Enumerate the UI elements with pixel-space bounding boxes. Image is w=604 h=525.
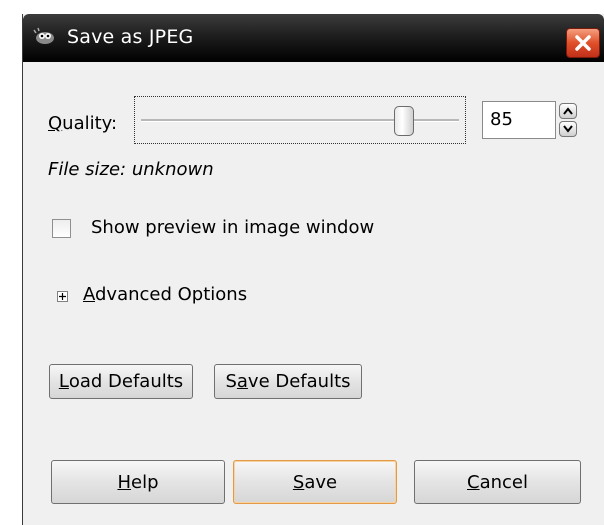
help-mnemonic: H: [117, 471, 132, 493]
advanced-options-label[interactable]: Advanced Options: [83, 284, 247, 305]
spin-up-button[interactable]: [559, 103, 577, 119]
quality-label-rest: uality:: [62, 113, 118, 134]
load-defaults-button[interactable]: Load Defaults: [49, 364, 193, 399]
advanced-label-rest: dvanced Options: [95, 284, 248, 305]
window-title: Save as JPEG: [67, 26, 194, 48]
slider-thumb[interactable]: [394, 106, 414, 136]
save-button[interactable]: Save: [233, 460, 397, 504]
title-bar[interactable]: Save as JPEG: [23, 14, 604, 62]
save-mnemonic: S: [292, 471, 305, 493]
save-defaults-rest: ve Defaults: [247, 371, 351, 392]
advanced-mnemonic: A: [83, 284, 95, 305]
quality-label-mnemonic: Q: [48, 113, 63, 134]
save-defaults-mnemonic: a: [236, 371, 248, 392]
show-preview-label[interactable]: Show preview in image window: [91, 217, 374, 238]
file-size-label: File size: unknown: [48, 159, 214, 180]
chevron-up-icon: [563, 107, 573, 115]
cancel-mnemonic: C: [467, 471, 480, 493]
quality-spin-input[interactable]: 85: [482, 101, 556, 139]
load-mnemonic: L: [58, 371, 69, 392]
gimp-icon: [33, 26, 57, 46]
save-as-jpeg-dialog: Save as JPEG Quality: 85 File size: unkn…: [22, 14, 604, 525]
quality-label: Quality:: [48, 113, 117, 134]
spin-down-button[interactable]: [559, 121, 577, 137]
save-defaults-button[interactable]: Sa ve Defaults: [214, 364, 362, 399]
quality-slider[interactable]: [134, 96, 466, 144]
quality-spin-buttons: [559, 103, 577, 137]
advanced-options-expander[interactable]: [57, 291, 68, 302]
chevron-down-icon: [563, 125, 573, 133]
plus-icon: [59, 293, 66, 300]
close-button[interactable]: [566, 28, 600, 58]
help-label-rest: elp: [131, 471, 159, 493]
save-label-rest: ave: [304, 471, 338, 493]
show-preview-checkbox[interactable]: [52, 219, 71, 238]
help-button[interactable]: Help: [51, 460, 225, 504]
cancel-button[interactable]: Cancel: [414, 460, 581, 504]
close-icon: [575, 35, 591, 51]
cancel-label-rest: ancel: [479, 471, 528, 493]
load-label-rest: oad Defaults: [68, 371, 184, 392]
save-defaults-pre: S: [225, 371, 237, 392]
